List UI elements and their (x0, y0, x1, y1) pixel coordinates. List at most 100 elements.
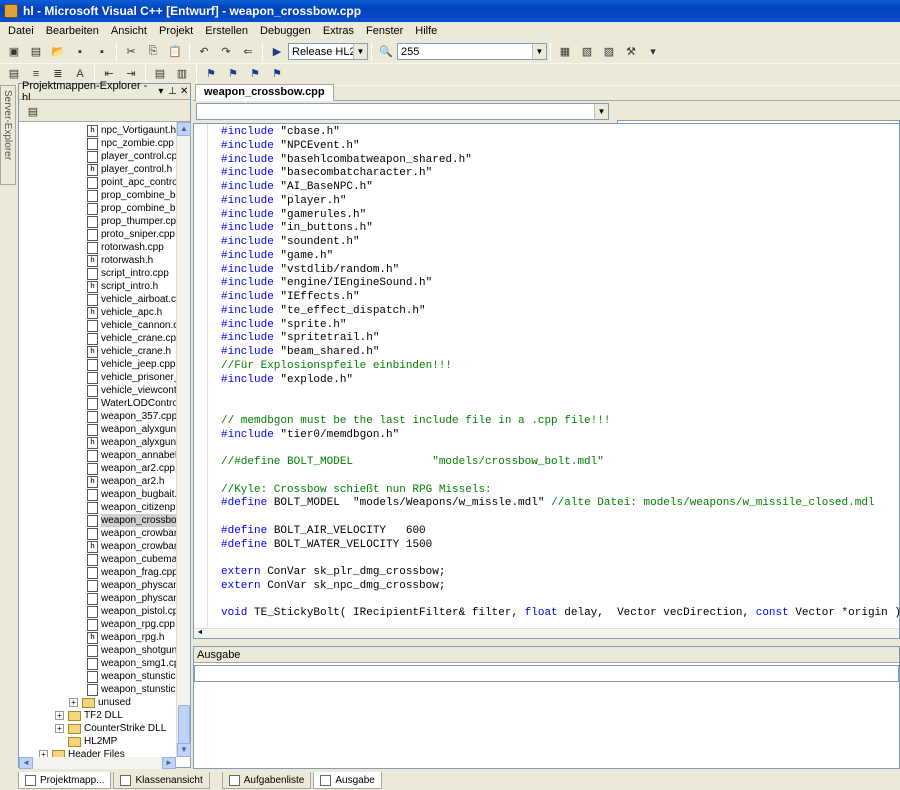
cut-icon[interactable]: ✂ (122, 43, 140, 61)
scroll-down-icon[interactable]: ▼ (177, 743, 191, 757)
tree-folder-item[interactable]: + unused (69, 696, 131, 709)
save-icon[interactable]: ▪ (71, 43, 89, 61)
menu-hilfe[interactable]: Hilfe (409, 22, 443, 40)
close-icon[interactable]: ✕ (178, 86, 190, 97)
tree-file-item[interactable]: hweapon_crowbar.h (87, 540, 176, 553)
tree-folder-item[interactable]: + TF2 DLL (55, 709, 123, 722)
menu-debuggen[interactable]: Debuggen (254, 22, 317, 40)
tab-weapon-crossbow[interactable]: weapon_crossbow.cpp (195, 84, 334, 101)
menu-fenster[interactable]: Fenster (360, 22, 409, 40)
tools-icon[interactable]: ⚒ (622, 43, 640, 61)
tree-file-item[interactable]: vehicle_crane.cpp (87, 332, 176, 345)
tree-file-item[interactable]: h player_control.h (87, 163, 172, 176)
expand-icon[interactable]: + (55, 724, 64, 733)
tree-file-item[interactable]: weapon_cubemap (87, 553, 176, 566)
paste-icon[interactable]: 📋 (166, 43, 184, 61)
tab-class-view[interactable]: Klassenansicht (113, 772, 210, 789)
tree-file-item[interactable]: weapon_shotgun.c (87, 644, 176, 657)
tab-task-list[interactable]: Aufgabenliste (221, 772, 312, 789)
redo-icon[interactable]: ↷ (217, 43, 235, 61)
add-item-icon[interactable]: ▤ (27, 43, 45, 61)
bookmark-prev-icon[interactable]: ⚑ (246, 65, 264, 83)
tree-file-item[interactable]: weapon_alyxgun.c (87, 423, 176, 436)
tree-file-item[interactable]: weapon_annabelle (87, 449, 176, 462)
find-combo[interactable]: 255 ▼ (397, 43, 547, 60)
menu-bearbeiten[interactable]: Bearbeiten (40, 22, 105, 40)
tree-file-item[interactable]: player_control.cpp (87, 150, 176, 163)
tree-file-item[interactable]: h rotorwash.h (87, 254, 153, 267)
toolbox-icon[interactable]: ▨ (600, 43, 618, 61)
tree-file-item[interactable]: weapon_crossbow (87, 514, 176, 527)
pin-icon[interactable]: ▾ (155, 86, 167, 97)
uncomment-icon[interactable]: ▥ (173, 65, 191, 83)
expand-icon[interactable]: + (55, 711, 64, 720)
code-editor[interactable]: #include "cbase.h" #include "NPCEvent.h" #… (193, 123, 900, 639)
output-source-select[interactable] (194, 665, 899, 682)
scroll-up-icon[interactable]: ▲ (177, 122, 191, 136)
configuration-select[interactable]: Release HL2 ▼ (288, 43, 368, 60)
find-in-files-icon[interactable]: 🔍 (377, 43, 395, 61)
undo-icon[interactable]: ↶ (195, 43, 213, 61)
tree-file-item[interactable]: weapon_frag.cpp (87, 566, 176, 579)
tree-file-item[interactable]: h weapon_ar2.h (87, 475, 164, 488)
properties-icon[interactable]: ▧ (578, 43, 596, 61)
editor-gutter[interactable] (194, 124, 208, 628)
tree-file-item[interactable]: h weapon_rpg.h (87, 631, 164, 644)
tree-file-item[interactable]: WaterLODControl. (87, 397, 176, 410)
scope-select[interactable]: ▼ (196, 103, 609, 120)
autohide-icon[interactable]: ⊥ (167, 86, 179, 97)
save-all-icon[interactable]: ▪ (93, 43, 111, 61)
tree-folder-item[interactable]: + Header Files (39, 748, 125, 757)
tree-file-item[interactable]: weapon_stunstick. (87, 683, 176, 696)
tree-file-item[interactable]: h vehicle_apc.h (87, 306, 162, 319)
tree-horizontal-scrollbar[interactable]: ◄ ► (19, 757, 176, 769)
tree-file-item[interactable]: prop_combine_ball (87, 202, 176, 215)
tree-file-item[interactable]: weapon_stunstick. (87, 670, 176, 683)
tree-file-item[interactable]: prop_combine_ball (87, 189, 176, 202)
tree-file-item[interactable]: weapon_357.cpp (87, 410, 176, 423)
tree-file-item[interactable]: vehicle_jeep.cpp (87, 358, 176, 371)
tree-file-item[interactable]: h script_intro.h (87, 280, 158, 293)
start-icon[interactable]: ▶ (268, 43, 286, 61)
tree-folder-item[interactable]: + CounterStrike DLL (55, 722, 166, 735)
tree-file-item[interactable]: h npc_Vortigaunt.h (87, 124, 176, 137)
solution-explorer-icon[interactable]: ▦ (556, 43, 574, 61)
tree-file-item[interactable]: weapon_bugbait.c (87, 488, 176, 501)
menu-erstellen[interactable]: Erstellen (199, 22, 254, 40)
tree-file-item[interactable]: weapon_ar2.cpp (87, 462, 175, 475)
menu-extras[interactable]: Extras (317, 22, 360, 40)
tab-solution-explorer[interactable]: Projektmapp... (18, 772, 112, 789)
scroll-left-icon[interactable]: ◄ (194, 629, 206, 638)
tree-file-item[interactable]: weapon_pistol.cpp (87, 605, 176, 618)
tree-file-item[interactable]: point_apc_controll (87, 176, 176, 189)
object-browser-icon[interactable]: ▤ (5, 65, 23, 83)
bookmark-clear-icon[interactable]: ⚑ (268, 65, 286, 83)
tree-file-item[interactable]: weapon_physcann (87, 579, 176, 592)
tree-file-item[interactable]: rotorwash.cpp (87, 241, 164, 254)
tree-file-item[interactable]: vehicle_airboat.cp (87, 293, 176, 306)
tree-file-item[interactable]: script_intro.cpp (87, 267, 169, 280)
tree-file-item[interactable]: weapon_rpg.cpp (87, 618, 175, 631)
tree-folder-item[interactable]: HL2MP (55, 735, 117, 748)
tree-file-item[interactable]: proto_sniper.cpp (87, 228, 175, 241)
new-project-icon[interactable]: ▣ (5, 43, 23, 61)
bookmark-toggle-icon[interactable]: ⚑ (202, 65, 220, 83)
expand-icon[interactable]: + (39, 750, 48, 757)
tree-file-item[interactable]: vehicle_cannon.cp (87, 319, 176, 332)
copy-icon[interactable]: ⎘ (144, 43, 162, 61)
tree-file-item[interactable]: hweapon_alyxgun.h (87, 436, 176, 449)
tree-file-item[interactable]: weapon_smg1.cpp (87, 657, 176, 670)
more-icon[interactable]: ▾ (644, 43, 662, 61)
bookmark-next-icon[interactable]: ⚑ (224, 65, 242, 83)
navigate-back-icon[interactable]: ⇐ (239, 43, 257, 61)
tree-file-item[interactable]: weapon_crowbar.c (87, 527, 176, 540)
properties-icon[interactable]: ▤ (24, 102, 42, 120)
tree-file-item[interactable]: vehicle_viewcontro (87, 384, 176, 397)
expand-icon[interactable]: + (69, 698, 78, 707)
tree-file-item[interactable]: weapon_citizenpac (87, 501, 176, 514)
scroll-right-icon[interactable]: ► (162, 757, 176, 769)
open-file-icon[interactable]: 📂 (49, 43, 67, 61)
scroll-left-icon[interactable]: ◄ (19, 757, 33, 769)
tree-file-item[interactable]: vehicle_prisoner_p (87, 371, 176, 384)
tab-output[interactable]: Ausgabe (313, 772, 382, 789)
